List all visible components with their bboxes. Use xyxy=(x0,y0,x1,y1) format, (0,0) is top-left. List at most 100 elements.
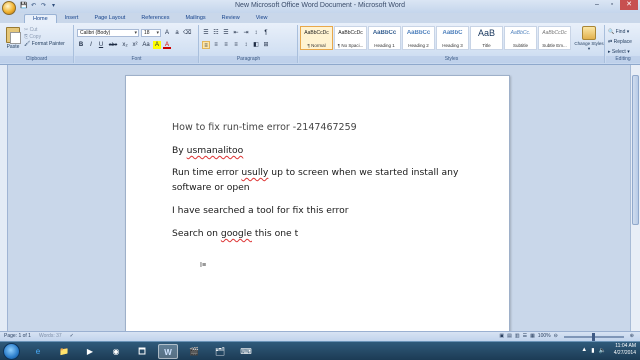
tab-page-layout[interactable]: Page Layout xyxy=(86,14,133,23)
doc-author-text: By usmanalitoo xyxy=(172,145,244,156)
format-painter-button[interactable]: 🖌 Format Painter xyxy=(24,41,65,48)
replace-button[interactable]: ⇄ Replace xyxy=(608,37,632,47)
start-button[interactable] xyxy=(3,343,20,360)
doc-title-line[interactable]: How to fix run-time error -2147467259 xyxy=(172,122,357,133)
tab-references[interactable]: References xyxy=(133,14,177,23)
draft-icon[interactable]: ▦ xyxy=(530,332,535,341)
font-name-combo[interactable]: Calibri (Body) xyxy=(77,29,139,37)
volume-icon[interactable]: 🔈 xyxy=(599,347,606,354)
tab-review[interactable]: Review xyxy=(214,14,248,23)
superscript-button[interactable]: x² xyxy=(131,41,139,49)
bold-button[interactable]: B xyxy=(77,41,85,49)
full-screen-icon[interactable]: ▤ xyxy=(507,332,512,341)
style-no-spacing[interactable]: AaBbCcDc ¶ No Spaci... xyxy=(334,26,367,50)
title-bar: 💾 ↶ ↷ ▾ New Microsoft Office Word Docume… xyxy=(0,0,640,15)
strikethrough-button[interactable]: abe xyxy=(107,41,119,49)
change-styles-button[interactable]: Change Styles ▾ xyxy=(574,26,604,51)
subscript-button[interactable]: x₂ xyxy=(121,41,129,49)
style-heading-1[interactable]: AaBbCc Heading 1 xyxy=(368,26,401,50)
style-normal[interactable]: AaBbCcDc ¶ Normal xyxy=(300,26,333,50)
web-layout-icon[interactable]: ▥ xyxy=(515,332,520,341)
keyboard-app-icon[interactable]: ⌨ xyxy=(236,344,256,359)
select-button[interactable]: ▸ Select ▾ xyxy=(608,47,632,57)
minimize-button[interactable]: – xyxy=(590,0,604,10)
align-left-icon[interactable]: ≡ xyxy=(202,41,210,49)
chrome-icon[interactable]: ◉ xyxy=(106,344,126,359)
shading-icon[interactable]: ◧ xyxy=(252,41,260,49)
font-group-label: Font xyxy=(75,56,198,63)
doc-body-line-4[interactable]: Search on google this one t xyxy=(172,228,298,239)
internet-explorer-icon[interactable]: e xyxy=(28,344,48,359)
mouse-cursor-icon: I≡ xyxy=(200,262,207,269)
doc-body-line-1[interactable]: Run time error usully up to screen when … xyxy=(172,167,458,178)
highlight-button[interactable]: A xyxy=(153,41,161,49)
clock[interactable]: 11:04 AM 4/27/2014 xyxy=(614,343,636,357)
app-window-icon[interactable]: 🗖 xyxy=(132,344,152,359)
tab-mailings[interactable]: Mailings xyxy=(177,14,213,23)
tab-insert[interactable]: Insert xyxy=(57,14,87,23)
file-explorer-icon[interactable]: 📁 xyxy=(54,344,74,359)
shrink-font-icon[interactable]: a xyxy=(173,29,181,37)
print-layout-icon[interactable]: ▣ xyxy=(499,332,504,341)
zoom-slider[interactable] xyxy=(563,332,624,341)
find-button[interactable]: 🔍 Find ▾ xyxy=(608,27,632,37)
spelling-error-mark[interactable]: usully xyxy=(241,167,268,178)
proofing-icon[interactable]: ✓ xyxy=(70,332,74,341)
sort-icon[interactable]: ↕ xyxy=(252,29,260,37)
zoom-level[interactable]: 100% xyxy=(538,332,551,341)
word-count[interactable]: Words: 37 xyxy=(39,332,62,341)
zoom-in-icon[interactable]: ⊕ xyxy=(630,332,634,341)
close-button[interactable]: ✕ xyxy=(620,0,638,10)
increase-indent-icon[interactable]: ⇥ xyxy=(242,29,250,37)
zoom-out-icon[interactable]: ⊖ xyxy=(554,332,558,341)
outline-icon[interactable]: ☰ xyxy=(523,332,527,341)
word-taskbar-icon[interactable]: W xyxy=(158,344,178,359)
scrollbar-thumb[interactable] xyxy=(632,75,639,225)
vertical-ruler xyxy=(0,65,8,331)
change-case-button[interactable]: Aa xyxy=(141,41,151,49)
align-right-icon[interactable]: ≡ xyxy=(222,41,230,49)
style-name: Heading 1 xyxy=(374,43,395,48)
numbering-icon[interactable]: ☷ xyxy=(212,29,220,37)
spelling-error-mark[interactable]: usmanalitoo xyxy=(187,145,244,156)
bullets-icon[interactable]: ☰ xyxy=(202,29,210,37)
folder-app-icon[interactable]: 🗂 xyxy=(210,344,230,359)
grow-font-icon[interactable]: A xyxy=(163,29,171,37)
decrease-indent-icon[interactable]: ⇤ xyxy=(232,29,240,37)
style-subtitle[interactable]: AaBbCc. Subtitle xyxy=(504,26,537,50)
tab-view[interactable]: View xyxy=(248,14,276,23)
style-subtle-emphasis[interactable]: AaBbCcDc Subtle Em... xyxy=(538,26,571,50)
vertical-scrollbar[interactable] xyxy=(630,65,640,331)
cut-label: Cut xyxy=(29,27,38,33)
cut-button[interactable]: ✂ Cut xyxy=(24,27,65,34)
tray-arrow-icon[interactable]: ▲ xyxy=(581,347,587,354)
align-center-icon[interactable]: ≡ xyxy=(212,41,220,49)
clear-format-icon[interactable]: ⌫ xyxy=(183,29,191,37)
spelling-error-mark[interactable]: google xyxy=(221,228,252,239)
style-heading-2[interactable]: AaBbCc Heading 2 xyxy=(402,26,435,50)
doc-author-line[interactable]: By usmanalitoo xyxy=(172,145,243,156)
tab-home[interactable]: Home xyxy=(24,14,57,23)
paste-button[interactable]: Paste xyxy=(4,27,22,50)
line-spacing-icon[interactable]: ↕ xyxy=(242,41,250,49)
video-app-icon[interactable]: 🎬 xyxy=(184,344,204,359)
maximize-button[interactable]: ▫ xyxy=(605,0,619,10)
copy-button[interactable]: ⎘ Copy xyxy=(24,34,65,41)
font-size-combo[interactable]: 18 xyxy=(141,29,161,37)
font-color-button[interactable]: A xyxy=(163,41,171,49)
media-player-icon[interactable]: ▶ xyxy=(80,344,100,359)
justify-icon[interactable]: ≡ xyxy=(232,41,240,49)
multilevel-list-icon[interactable]: ☰ xyxy=(222,29,230,37)
document-page[interactable]: How to fix run-time error -2147467259 By… xyxy=(125,75,510,340)
show-marks-icon[interactable]: ¶ xyxy=(262,29,270,37)
page-count[interactable]: Page: 1 of 1 xyxy=(4,332,31,341)
network-icon[interactable]: ▮ xyxy=(591,347,594,354)
copy-label: Copy xyxy=(29,34,42,40)
style-heading-3[interactable]: AaBbC Heading 3 xyxy=(436,26,469,50)
borders-icon[interactable]: ⊞ xyxy=(262,41,270,49)
underline-button[interactable]: U xyxy=(97,41,105,49)
doc-body-line-2[interactable]: software or open xyxy=(172,182,250,193)
italic-button[interactable]: I xyxy=(87,41,95,49)
style-title[interactable]: AaB Title xyxy=(470,26,503,50)
doc-body-line-3[interactable]: I have searched a tool for fix this erro… xyxy=(172,205,349,216)
